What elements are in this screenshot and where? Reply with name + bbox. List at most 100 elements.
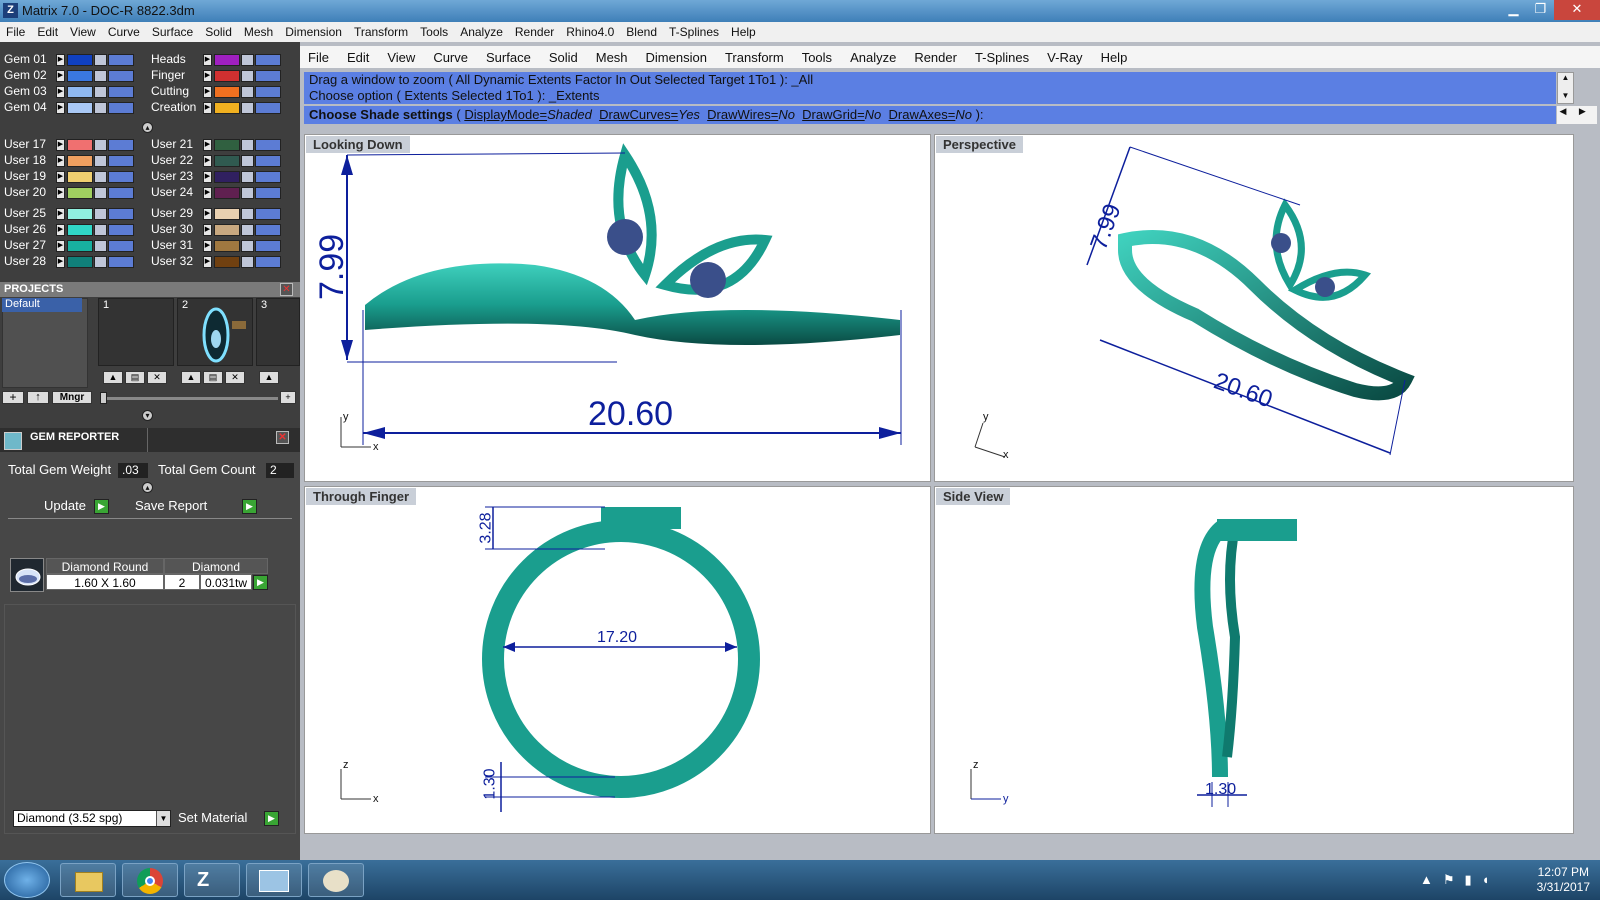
set-material-button[interactable]: Set Material [178,810,247,825]
paint-icon[interactable] [308,863,364,897]
option-drawaxes[interactable]: DrawAxes= [889,107,956,122]
command-arrows[interactable]: ◀ ▶ [1557,106,1597,124]
thumb-save-button[interactable]: ▤ [125,371,145,384]
outer-menu-rhino4-0[interactable]: Rhino4.0 [566,25,614,39]
projects-close-button[interactable]: ✕ [280,283,293,296]
layer-color-swatch[interactable] [214,86,240,98]
menu-transform[interactable]: Transform [725,50,784,65]
thumb2-save-button[interactable]: ▤ [203,371,223,384]
lock-icon[interactable] [241,139,254,151]
layer-visibility-toggle[interactable] [255,256,281,268]
layer-expand-icon[interactable]: ▶ [56,54,65,66]
maximize-button[interactable]: ❐ [1527,0,1554,20]
chrome-icon[interactable] [122,863,178,897]
option-displaymode[interactable]: DisplayMode= [464,107,547,122]
lock-icon[interactable] [94,70,107,82]
layer-color-swatch[interactable] [214,256,240,268]
layer-row[interactable]: Gem 02 ▶ [0,68,145,83]
project-up-button[interactable]: ↑ [27,391,49,404]
thumb-slider-handle[interactable] [100,392,107,404]
layer-row[interactable]: User 24 ▶ [147,185,292,200]
layer-visibility-toggle[interactable] [108,54,134,66]
image-viewer-icon[interactable] [246,863,302,897]
layer-row[interactable]: User 17 ▶ [0,137,145,152]
menu-v-ray[interactable]: V-Ray [1047,50,1082,65]
gem-collapse-icon[interactable]: ▴ [142,482,153,493]
layer-visibility-toggle[interactable] [255,208,281,220]
outer-menu-curve[interactable]: Curve [108,25,140,39]
layer-visibility-toggle[interactable] [108,240,134,252]
layer-visibility-toggle[interactable] [108,86,134,98]
layer-row[interactable]: User 19 ▶ [0,169,145,184]
outer-menu-help[interactable]: Help [731,25,756,39]
menu-curve[interactable]: Curve [433,50,468,65]
material-select[interactable]: Diamond (3.52 spg) ▼ [13,810,171,827]
chevron-down-icon[interactable]: ▼ [156,811,170,826]
layer-visibility-toggle[interactable] [255,54,281,66]
lock-icon[interactable] [94,54,107,66]
layer-color-swatch[interactable] [214,240,240,252]
lock-icon[interactable] [94,208,107,220]
file-explorer-icon[interactable] [60,863,116,897]
layer-row[interactable]: Heads ▶ [147,52,292,67]
layer-row[interactable]: User 26 ▶ [0,222,145,237]
layer-expand-icon[interactable]: ▶ [203,187,212,199]
layer-expand-icon[interactable]: ▶ [203,171,212,183]
outer-menu-view[interactable]: View [70,25,96,39]
project-add-button[interactable]: + [2,391,24,404]
outer-menu-file[interactable]: File [6,25,25,39]
outer-menu-analyze[interactable]: Analyze [460,25,503,39]
lock-icon[interactable] [94,139,107,151]
layer-row[interactable]: Gem 03 ▶ [0,84,145,99]
clock[interactable]: 12:07 PM 3/31/2017 [1537,865,1590,895]
layer-color-swatch[interactable] [67,256,93,268]
outer-menu-blend[interactable]: Blend [626,25,657,39]
layer-expand-icon[interactable]: ▶ [56,208,65,220]
layer-expand-icon[interactable]: ▶ [56,155,65,167]
layer-color-swatch[interactable] [67,155,93,167]
layer-expand-icon[interactable]: ▶ [203,240,212,252]
layer-row[interactable]: User 25 ▶ [0,206,145,221]
layer-row[interactable]: Cutting ▶ [147,84,292,99]
outer-menu-transform[interactable]: Transform [354,25,408,39]
layer-color-swatch[interactable] [67,187,93,199]
outer-menu-render[interactable]: Render [515,25,554,39]
thumb3-up-button[interactable]: ▲ [259,371,279,384]
layer-expand-icon[interactable]: ▶ [203,54,212,66]
layer-color-swatch[interactable] [67,54,93,66]
menu-render[interactable]: Render [914,50,957,65]
layer-row[interactable]: User 18 ▶ [0,153,145,168]
lock-icon[interactable] [241,256,254,268]
layer-visibility-toggle[interactable] [255,86,281,98]
layer-color-swatch[interactable] [67,171,93,183]
lock-icon[interactable] [241,224,254,236]
layer-expand-icon[interactable]: ▶ [56,171,65,183]
update-button[interactable]: Update [44,498,86,513]
lock-icon[interactable] [94,86,107,98]
collapse-icon[interactable]: ▾ [142,410,153,421]
layer-color-swatch[interactable] [67,86,93,98]
layer-expand-icon[interactable]: ▶ [203,102,212,114]
layer-row[interactable]: Finger ▶ [147,68,292,83]
minimize-button[interactable]: ▁ [1500,0,1527,20]
lock-icon[interactable] [241,240,254,252]
lock-icon[interactable] [94,224,107,236]
menu-surface[interactable]: Surface [486,50,531,65]
thumb-slider-track[interactable] [100,397,278,400]
layer-color-swatch[interactable] [214,54,240,66]
thumb-up-button[interactable]: ▲ [103,371,123,384]
layer-color-swatch[interactable] [67,224,93,236]
menu-file[interactable]: File [308,50,329,65]
layer-row[interactable]: Creation ▶ [147,100,292,115]
layer-row[interactable]: User 31 ▶ [147,238,292,253]
lock-icon[interactable] [241,208,254,220]
outer-menu-surface[interactable]: Surface [152,25,193,39]
outer-menu-tools[interactable]: Tools [420,25,448,39]
layer-color-swatch[interactable] [214,102,240,114]
outer-menu-dimension[interactable]: Dimension [285,25,342,39]
gem-reporter-close-button[interactable]: ✕ [276,431,289,444]
menu-analyze[interactable]: Analyze [850,50,896,65]
layers-collapse-icon[interactable]: ▴ [142,122,153,133]
project-thumb-1[interactable]: 1 [98,298,174,366]
layer-color-swatch[interactable] [67,139,93,151]
